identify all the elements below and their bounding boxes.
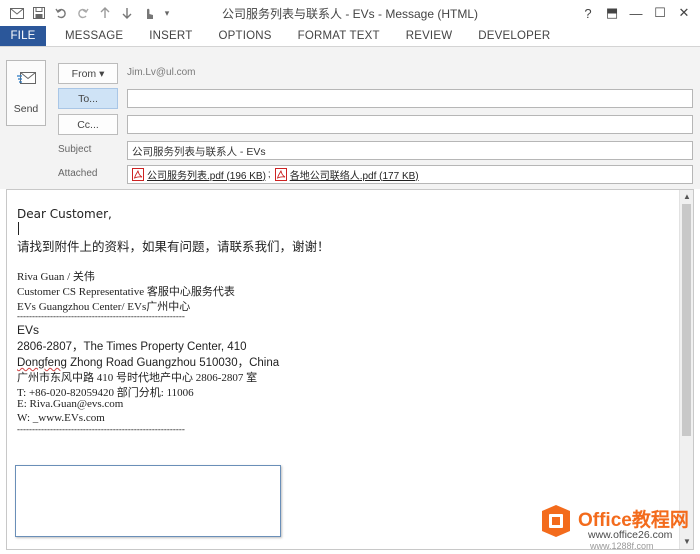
- signature-email: E: Riva.Guan@evs.com: [17, 398, 124, 410]
- from-address: Jim.Lv@ul.com: [127, 67, 196, 78]
- attached-label: Attached: [58, 168, 98, 179]
- signature-name: Riva Guan / 关伟: [17, 271, 95, 283]
- help-button[interactable]: ?: [576, 3, 600, 23]
- maximize-button[interactable]: ☐: [648, 3, 672, 23]
- address-line: Dongfeng Zhong Road Guangzhou 510030，Chi…: [17, 354, 279, 370]
- attachment-separator: ;: [267, 168, 271, 180]
- from-button[interactable]: From ▾: [58, 63, 118, 84]
- to-field[interactable]: [127, 89, 693, 108]
- scroll-up-icon[interactable]: ▲: [681, 191, 693, 203]
- message-line: 请找到附件上的资料，如果有问题，请联系我们，谢谢！: [17, 239, 330, 254]
- send-icon: [17, 72, 36, 84]
- compose-header: Send From ▾ Jim.Lv@ul.com To... Cc... Su…: [0, 47, 700, 189]
- greeting: Dear Customer,: [17, 207, 112, 221]
- signature-web: W: _www.EVs.com: [17, 412, 105, 424]
- address-rest: Zhong Road Guangzhou 510030，China: [66, 357, 280, 369]
- pdf-icon: [274, 167, 287, 181]
- address-chinese: 广州市东风中路 410 号时代地产中心 2806-2807 室: [17, 372, 258, 384]
- attachment-item[interactable]: 各地公司联络人.pdf (177 KB): [274, 167, 419, 182]
- attachment-item[interactable]: 公司服务列表.pdf (196 KB): [132, 167, 266, 182]
- subject-label: Subject: [58, 144, 92, 155]
- misspelled-word[interactable]: Dongfeng: [17, 357, 67, 369]
- minimize-button[interactable]: —: [624, 3, 648, 23]
- tab-message[interactable]: MESSAGE: [52, 26, 136, 46]
- tab-format-text[interactable]: FORMAT TEXT: [285, 26, 393, 46]
- address-line: 2806-2807，The Times Property Center, 410: [17, 341, 247, 353]
- ribbon-display-button[interactable]: ⬒: [600, 3, 624, 23]
- vertical-scrollbar[interactable]: ▲ ▼: [679, 190, 693, 549]
- signature-title: Customer CS Representative 客服中心服务代表: [17, 286, 235, 298]
- watermark: Office教程网 www.office26.com www.1288f.com: [530, 497, 696, 553]
- empty-text-box[interactable]: [15, 465, 281, 537]
- office-logo-icon: [542, 505, 570, 537]
- watermark-url: www.office26.com: [588, 529, 673, 541]
- signature-company: EVs: [17, 323, 40, 337]
- tab-review[interactable]: REVIEW: [393, 26, 466, 46]
- send-label: Send: [13, 103, 39, 115]
- to-button[interactable]: To...: [58, 88, 118, 109]
- tab-file[interactable]: FILE: [0, 26, 46, 46]
- attachments-field[interactable]: 公司服务列表.pdf (196 KB) ; 各地公司联络人.pdf (177 K…: [127, 165, 693, 184]
- scroll-thumb[interactable]: [682, 204, 691, 436]
- tab-insert[interactable]: INSERT: [136, 26, 205, 46]
- message-body[interactable]: Dear Customer, 请找到附件上的资料，如果有问题，请联系我们，谢谢！…: [6, 189, 694, 550]
- text-caret: [18, 222, 19, 235]
- send-button[interactable]: Send: [6, 60, 46, 126]
- subject-field[interactable]: 公司服务列表与联系人 - EVs: [127, 141, 693, 160]
- watermark-url-secondary: www.1288f.com: [590, 541, 654, 551]
- close-button[interactable]: ✕: [672, 3, 696, 23]
- watermark-title: Office教程网: [578, 510, 689, 531]
- window-controls: ? ⬒ — ☐ ✕: [576, 3, 696, 23]
- signature-separator: ----------------------------------------…: [17, 424, 185, 434]
- tab-developer[interactable]: DEVELOPER: [465, 26, 563, 46]
- cc-field[interactable]: [127, 115, 693, 134]
- signature-separator: ----------------------------------------…: [17, 311, 185, 321]
- title-bar: ▾ 公司服务列表与联系人 - EVs - Message (HTML) ? ⬒ …: [0, 0, 700, 26]
- ribbon-tabs: FILE MESSAGE INSERT OPTIONS FORMAT TEXT …: [0, 26, 700, 46]
- attachment-name: 各地公司联络人.pdf (177 KB): [289, 170, 419, 182]
- cc-button[interactable]: Cc...: [58, 114, 118, 135]
- pdf-icon: [132, 167, 144, 181]
- attachment-name: 公司服务列表.pdf (196 KB): [147, 170, 266, 182]
- tab-options[interactable]: OPTIONS: [205, 26, 284, 46]
